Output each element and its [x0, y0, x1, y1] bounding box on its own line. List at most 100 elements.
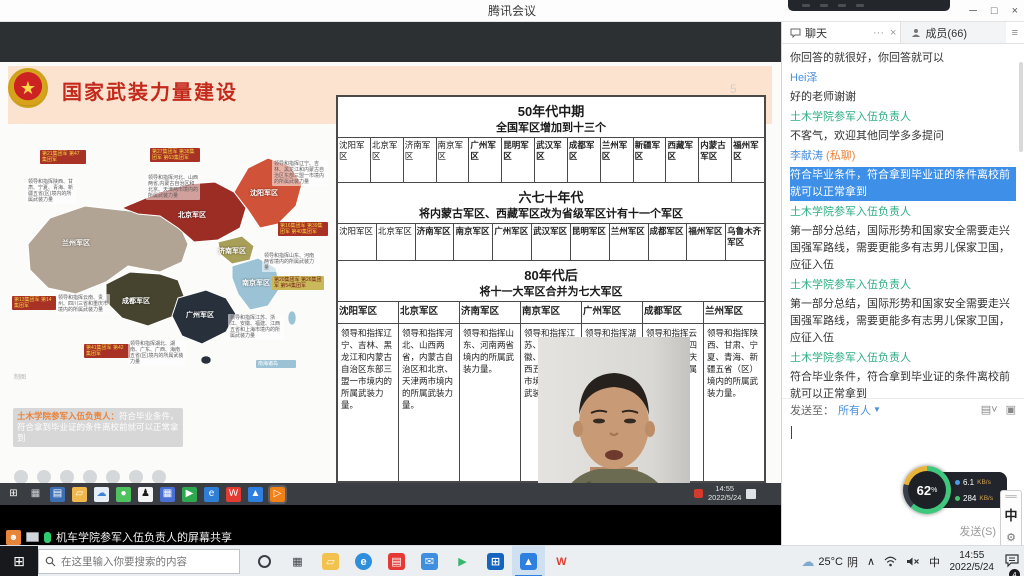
- taskbar-clock[interactable]: 14:552022/5/24: [950, 550, 995, 573]
- map-region-label: 兰州军区: [62, 238, 90, 248]
- screen-share-banner: ☻ 机车学院参军入伍负责人的屏幕共享: [6, 529, 232, 545]
- shared-taskbar-icon-cloud-app[interactable]: ☁: [94, 487, 109, 502]
- chat-sender-name: Hei泽: [790, 70, 1016, 87]
- language-indicator[interactable]: 中: [929, 554, 940, 570]
- chat-scrollbar[interactable]: [1019, 62, 1023, 152]
- shared-taskbar-icon-meeting-app[interactable]: ▲: [248, 487, 263, 502]
- video-play-glyph: ▶: [454, 553, 471, 570]
- map-callout: 领导和指挥陕西、甘肃、宁夏、青海、新疆五省(区)境内的所属武装力量: [26, 178, 76, 204]
- chat-message-list[interactable]: 你回答的就很好，你回答就可以Hei泽好的老师谢谢土木学院参军入伍负责人不客气，欢…: [782, 44, 1024, 398]
- ime-handle-icon[interactable]: ══: [1005, 494, 1016, 499]
- taskbar-icon-tencent-meeting[interactable]: ▲: [512, 546, 545, 576]
- taskbar-icon-mail[interactable]: ✉: [413, 546, 446, 576]
- cortana-glyph: [258, 555, 271, 568]
- shared-taskbar-icon-video-app[interactable]: ▷: [270, 487, 285, 502]
- red-news-app-glyph: ▤: [388, 553, 405, 570]
- tray-ime-icon[interactable]: [746, 489, 756, 499]
- shared-taskbar-icon-qq[interactable]: ♟: [138, 487, 153, 502]
- muted-speaker-icon[interactable]: [906, 556, 920, 567]
- map-callout: 第41集团军 第42集团军: [84, 344, 130, 358]
- maximize-button[interactable]: □: [991, 5, 998, 17]
- slideshow-tool-icon[interactable]: [106, 470, 120, 484]
- map-callout: 第16集团军 第39集团军 第40集团军: [278, 222, 328, 236]
- region-detail-cell: 领导和指挥辽宁、吉林、黑龙江和内蒙古自治区东部三盟一市境内的所属武装力量。: [338, 324, 399, 481]
- shared-taskbar-icon-task-view[interactable]: ▦: [28, 487, 43, 502]
- file-send-icon[interactable]: ▤˅: [981, 403, 998, 416]
- tab-members[interactable]: 成员(66): [900, 22, 1005, 43]
- download-dot-icon: [955, 496, 960, 501]
- search-input[interactable]: [61, 556, 233, 568]
- taskbar-search[interactable]: [38, 549, 240, 574]
- taskbar-icon-wps[interactable]: W: [545, 546, 578, 576]
- gear-icon[interactable]: ⚙: [1006, 531, 1016, 544]
- slideshow-tool-icon[interactable]: [83, 470, 97, 484]
- region-cell: 内蒙古军区: [699, 138, 732, 182]
- region-cell: 南京军区: [454, 224, 493, 260]
- taskbar-icon-video-play[interactable]: ▶: [446, 546, 479, 576]
- chat-sender-name: 土木学院参军入伍负责人: [790, 350, 1016, 367]
- shared-taskbar-icon-file-explorer[interactable]: ▱: [72, 487, 87, 502]
- chat-message: 第一部分总结，国际形势和国家安全需要走兴国强军路线，需要更能多有志男儿保家卫国，…: [790, 296, 1016, 347]
- map-callout: 领导和指挥江苏、浙江、安徽、福建、江西五省和上海市境内的所属武装力量: [228, 314, 284, 340]
- floating-meeting-dock[interactable]: [788, 0, 950, 11]
- ime-toolbar[interactable]: ══ 中 ⚙: [1000, 490, 1022, 548]
- slideshow-tool-icon[interactable]: [129, 470, 143, 484]
- network-monitor-overlay[interactable]: 62% 6.1KB/s 284KB/s: [903, 466, 1007, 514]
- send-button[interactable]: 发送(S): [959, 523, 996, 539]
- upload-dot-icon: [955, 480, 960, 485]
- region-cell: 济南军区: [416, 224, 455, 260]
- region-cell: 广州军区: [493, 224, 532, 260]
- shared-taskbar-icon-wps[interactable]: W: [226, 487, 241, 502]
- taskbar-icon-red-news-app[interactable]: ▤: [380, 546, 413, 576]
- region-detail-cell: 领导和指挥陕西、甘肃、宁夏、青海、新疆五省（区）境内的所属武装力量。: [704, 324, 764, 481]
- shared-taskbar-icon-windows-start[interactable]: ⊞: [6, 487, 21, 502]
- taskbar-icon-file-explorer[interactable]: ▱: [314, 546, 347, 576]
- start-button[interactable]: ⊞: [0, 546, 38, 576]
- shared-taskbar-icon-calculator[interactable]: ▦: [160, 487, 175, 502]
- screenshot-icon[interactable]: ▣: [1006, 403, 1016, 416]
- region-header-cell: 南京军区: [521, 302, 582, 323]
- shared-taskbar-icon-wechat[interactable]: ●: [116, 487, 131, 502]
- task-view-glyph: ▦: [289, 553, 306, 570]
- shared-taskbar-icon-edge[interactable]: e: [204, 487, 219, 502]
- slideshow-toolbar[interactable]: [14, 470, 166, 484]
- taskbar-icon-task-view[interactable]: ▦: [281, 546, 314, 576]
- close-button[interactable]: ×: [1012, 5, 1018, 17]
- taskbar-icon-edge[interactable]: e: [347, 546, 380, 576]
- mail-glyph: ✉: [421, 553, 438, 570]
- taskbar-icon-cortana[interactable]: [248, 546, 281, 576]
- network-icon[interactable]: [884, 556, 897, 567]
- search-icon: [45, 556, 56, 567]
- region-cell: 昆明军区: [571, 224, 610, 260]
- chat-close-button[interactable]: ×: [890, 27, 896, 39]
- chat-more-button[interactable]: ···: [873, 27, 884, 39]
- panel-menu-button[interactable]: ≡: [1006, 27, 1024, 39]
- microphone-on-icon: [44, 532, 51, 543]
- speaker-webcam-video[interactable]: [538, 337, 690, 507]
- chat-sender-name: 李献涛 (私聊): [790, 148, 1016, 165]
- shared-taskbar-icon-media-play[interactable]: ▶: [182, 487, 197, 502]
- region-header-row: 沈阳军区北京军区济南军区南京军区广州军区成都军区兰州军区: [338, 301, 764, 323]
- region-cell-row: 沈阳军区北京军区济南军区南京军区广州军区武汉军区昆明军区兰州军区成都军区福州军区…: [338, 223, 764, 261]
- weather-widget[interactable]: ☁ 25°C 阴: [801, 554, 858, 570]
- slideshow-tool-icon[interactable]: [152, 470, 166, 484]
- shared-taskbar-icon-app-laptop[interactable]: ▤: [50, 487, 65, 502]
- tray-red-icon[interactable]: [694, 489, 703, 498]
- minimize-button[interactable]: ─: [969, 5, 977, 17]
- slide-title: 国家武装力量建设: [62, 76, 238, 105]
- tab-chat[interactable]: 聊天: [782, 22, 835, 43]
- slideshow-tool-icon[interactable]: [60, 470, 74, 484]
- hidden-icons-chevron[interactable]: ∧: [867, 555, 875, 568]
- file-explorer-glyph: ▱: [322, 553, 339, 570]
- members-icon: [911, 28, 921, 38]
- send-to-selector[interactable]: 所有人: [838, 402, 871, 418]
- ime-language-indicator[interactable]: 中: [1004, 505, 1017, 524]
- slideshow-tool-icon[interactable]: [14, 470, 28, 484]
- notification-center-button[interactable]: 4: [1004, 553, 1020, 573]
- map-credit: 制图: [14, 372, 26, 381]
- taskbar-icon-store[interactable]: ⊞: [479, 546, 512, 576]
- region-cell: 北京军区: [377, 224, 416, 260]
- shared-screen-top-strip: [0, 22, 781, 62]
- slideshow-tool-icon[interactable]: [37, 470, 51, 484]
- map-callout: 领导和指挥河北、山西两省,内蒙古自治区和北京、天津两市境内的所属武装力量: [146, 174, 200, 200]
